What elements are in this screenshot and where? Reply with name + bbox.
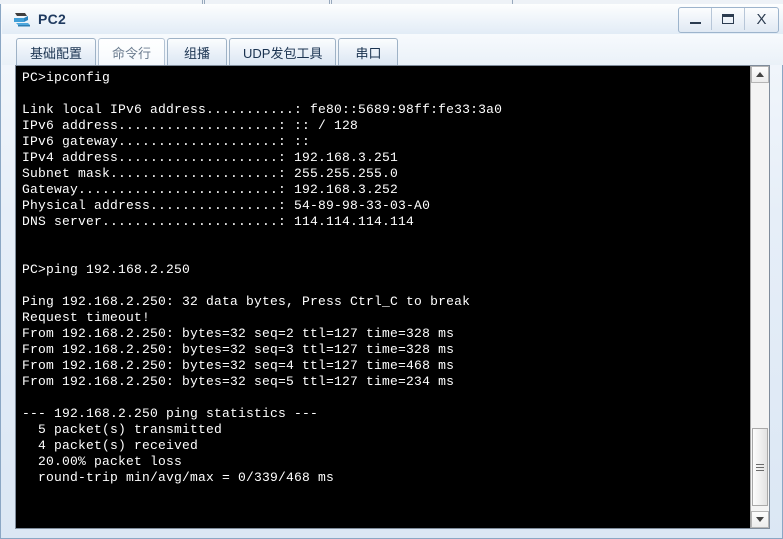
scroll-down-button[interactable] bbox=[751, 511, 769, 528]
console-scrollbar[interactable] bbox=[750, 66, 769, 528]
console-line: Subnet mask.....................: 255.25… bbox=[22, 166, 399, 181]
tab-serial-port[interactable]: 串口 bbox=[338, 38, 399, 65]
tab-multicast[interactable]: 组播 bbox=[167, 38, 228, 65]
scroll-up-arrow-icon bbox=[756, 72, 764, 77]
console-line: PC>ping 192.168.2.250 bbox=[22, 262, 191, 277]
tab-udp-packet-tool[interactable]: UDP发包工具 bbox=[229, 38, 337, 65]
minimize-button[interactable] bbox=[679, 8, 712, 30]
console-line: Gateway.........................: 192.16… bbox=[22, 182, 399, 197]
console-line: Physical address................: 54-89-… bbox=[22, 198, 431, 213]
title-bar[interactable]: PC2 X bbox=[2, 4, 783, 34]
tab-command-line[interactable]: 命令行 bbox=[98, 38, 166, 65]
console-output[interactable]: PC>ipconfig Link local IPv6 address......… bbox=[16, 66, 750, 528]
scroll-down-arrow-icon bbox=[756, 517, 764, 522]
console-line: Request timeout! bbox=[22, 310, 151, 325]
console-line: 4 packet(s) received bbox=[22, 438, 199, 453]
console-line: From 192.168.2.250: bytes=32 seq=4 ttl=1… bbox=[22, 358, 455, 373]
console-line: DNS server......................: 114.11… bbox=[22, 214, 415, 229]
console-line: Link local IPv6 address...........: fe80… bbox=[22, 102, 503, 117]
tab-bar: 基础配置 命令行 组播 UDP发包工具 串口 bbox=[2, 34, 783, 65]
maximize-icon bbox=[722, 14, 734, 24]
console-line: --- 192.168.2.250 ping statistics --- bbox=[22, 406, 319, 421]
console-line: From 192.168.2.250: bytes=32 seq=5 ttl=1… bbox=[22, 374, 455, 389]
scroll-thumb[interactable] bbox=[752, 428, 768, 506]
minimize-icon bbox=[689, 21, 701, 24]
console-panel: PC>ipconfig Link local IPv6 address......… bbox=[15, 65, 770, 529]
window-title: PC2 bbox=[38, 11, 67, 27]
scroll-up-button[interactable] bbox=[751, 66, 769, 83]
pc-device-icon bbox=[12, 10, 32, 28]
close-icon: X bbox=[756, 10, 767, 28]
console-line: 20.00% packet loss bbox=[22, 454, 183, 469]
console-line: From 192.168.2.250: bytes=32 seq=2 ttl=1… bbox=[22, 326, 455, 341]
tab-basic-config[interactable]: 基础配置 bbox=[16, 38, 97, 65]
console-line: IPv6 gateway....................: :: bbox=[22, 134, 311, 149]
console-line: round-trip min/avg/max = 0/339/468 ms bbox=[22, 470, 335, 485]
console-line: 5 packet(s) transmitted bbox=[22, 422, 223, 437]
close-button[interactable]: X bbox=[745, 8, 778, 30]
title-bar-left: PC2 bbox=[2, 10, 66, 28]
console-line: IPv6 address....................: :: / 1… bbox=[22, 118, 359, 133]
scroll-thumb-grip-icon bbox=[756, 462, 764, 473]
console-line: Ping 192.168.2.250: 32 data bytes, Press… bbox=[22, 294, 471, 309]
window-controls: X bbox=[678, 7, 779, 33]
console-line: PC>ipconfig bbox=[22, 70, 111, 85]
console-line: IPv4 address....................: 192.16… bbox=[22, 150, 399, 165]
maximize-button[interactable] bbox=[712, 8, 745, 30]
console-line: From 192.168.2.250: bytes=32 seq=3 ttl=1… bbox=[22, 342, 455, 357]
pc-terminal-window: PC2 X 基础配置 命令行 组播 UDP发包工具 串口 PC>ipconfig… bbox=[0, 4, 783, 539]
